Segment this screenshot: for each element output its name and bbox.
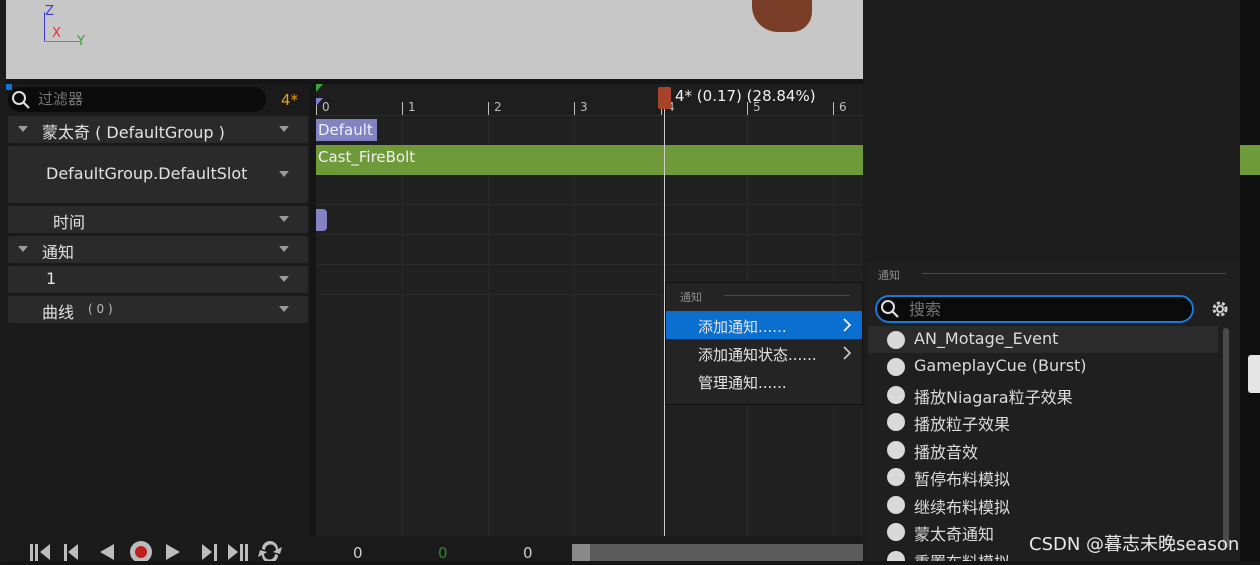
notify-icon xyxy=(887,551,905,561)
dropdown-arrow-icon[interactable] xyxy=(279,126,289,132)
list-item-label: 蒙太奇通知 xyxy=(914,525,995,544)
list-item-label: 暂停布料模拟 xyxy=(914,470,1011,489)
section-label-text: Default xyxy=(318,121,373,139)
ruler-label: 6 xyxy=(839,100,847,114)
list-item-label: 播放Niagara粒子效果 xyxy=(914,388,1073,407)
timeline-scrollbar[interactable] xyxy=(572,544,863,561)
track-row-curves[interactable]: 曲线 ( 0 ) xyxy=(8,296,308,323)
menu-item-label: 添加通知...... xyxy=(698,318,787,336)
track-label: 通知 xyxy=(42,243,75,262)
animation-segment[interactable]: Cast_FireBolt xyxy=(316,145,863,175)
search-icon xyxy=(880,299,900,319)
list-item-label: 重置布料模拟 xyxy=(914,549,1010,561)
menu-item-add-notify[interactable]: 添加通知...... xyxy=(666,311,862,339)
picker-search-input[interactable] xyxy=(909,298,1179,320)
segment-continuation xyxy=(1240,145,1260,175)
expand-arrow-icon[interactable] xyxy=(18,246,28,252)
notify-icon xyxy=(887,413,905,431)
picker-list: AN_Motage_Event GameplayCue (Burst) 播放Ni… xyxy=(868,326,1218,561)
notify-picker: 通知 AN_Motage_Event GameplayCue (Burst) 播… xyxy=(866,262,1240,561)
track-count: 4* xyxy=(281,91,299,109)
playhead-label: 4* (0.17) (28.84%) xyxy=(675,87,816,105)
search-icon xyxy=(11,90,31,110)
dropdown-arrow-icon[interactable] xyxy=(279,216,289,222)
track-row-montage[interactable]: 蒙太奇 ( DefaultGroup ) xyxy=(8,116,308,143)
notify-icon xyxy=(887,441,905,459)
track-row-notify[interactable]: 通知 xyxy=(8,236,308,263)
dropdown-arrow-icon[interactable] xyxy=(279,306,289,312)
list-item-label: 继续布料模拟 xyxy=(914,498,1011,517)
axis-y-label: Y xyxy=(77,34,85,49)
axis-x-label: X xyxy=(52,26,61,41)
track-row-time[interactable]: 时间 xyxy=(8,206,308,233)
dropdown-arrow-icon[interactable] xyxy=(279,246,289,252)
frame-value: 0 xyxy=(353,544,363,562)
expand-arrow-icon[interactable] xyxy=(18,126,28,132)
picker-scrollbar[interactable] xyxy=(1223,328,1229,548)
watermark: CSDN @暮志未晚season xyxy=(1029,534,1240,555)
axis-z-label: Z xyxy=(45,4,54,19)
track-label: 曲线 xyxy=(42,303,75,322)
list-item[interactable]: 播放粒子效果 xyxy=(868,408,1218,435)
edge-button[interactable] xyxy=(1248,355,1260,393)
list-item-label: 播放音效 xyxy=(914,443,979,462)
list-item[interactable]: 播放Niagara粒子效果 xyxy=(868,381,1218,408)
filter-box[interactable] xyxy=(8,87,266,112)
start-marker-icon xyxy=(316,98,323,106)
context-menu: 通知 添加通知...... 添加通知状态...... 管理通知...... xyxy=(665,282,863,405)
track-label: 1 xyxy=(46,269,57,288)
right-edge xyxy=(1240,0,1260,561)
gear-icon[interactable] xyxy=(1210,299,1230,319)
menu-item-add-notify-state[interactable]: 添加通知状态...... xyxy=(666,339,862,367)
menu-item-manage-notifies[interactable]: 管理通知...... xyxy=(666,367,862,395)
transport-controls xyxy=(30,541,290,563)
menu-item-label: 管理通知...... xyxy=(698,374,787,392)
menu-item-label: 添加通知状态...... xyxy=(698,346,817,364)
dropdown-arrow-icon[interactable] xyxy=(279,276,289,282)
list-item[interactable]: 继续布料模拟 xyxy=(868,491,1218,518)
notify-icon xyxy=(887,386,905,404)
time-marker[interactable] xyxy=(316,209,327,231)
menu-header: 通知 xyxy=(680,291,702,304)
transport-bar: 0 0 0 xyxy=(6,536,863,563)
ruler-label: 1 xyxy=(408,100,416,114)
notify-icon xyxy=(887,523,905,541)
track-label: 蒙太奇 ( DefaultGroup ) xyxy=(42,123,225,142)
notify-icon xyxy=(887,331,905,349)
list-item-label: AN_Motage_Event xyxy=(914,329,1059,348)
filter-input[interactable] xyxy=(38,89,258,109)
track-label: DefaultGroup.DefaultSlot xyxy=(46,164,248,183)
notify-icon xyxy=(887,358,905,376)
picker-search[interactable] xyxy=(875,295,1194,323)
notify-icon xyxy=(887,468,905,486)
list-item[interactable]: GameplayCue (Burst) xyxy=(868,353,1218,380)
chevron-right-icon xyxy=(842,345,852,360)
list-item-label: 播放粒子效果 xyxy=(914,415,1011,434)
track-label: 时间 xyxy=(53,213,86,232)
section-label[interactable]: Default xyxy=(316,119,377,141)
start-marker-icon xyxy=(316,84,323,92)
list-item[interactable]: 播放音效 xyxy=(868,436,1218,463)
character-boot xyxy=(752,0,812,32)
dropdown-arrow-icon[interactable] xyxy=(279,171,289,177)
axis-gizmo: Z X Y xyxy=(40,4,100,49)
ruler-label: 2 xyxy=(494,100,502,114)
list-item-label: GameplayCue (Burst) xyxy=(914,356,1087,375)
track-row-slot[interactable]: DefaultGroup.DefaultSlot xyxy=(8,146,308,203)
notify-icon xyxy=(887,496,905,514)
picker-header: 通知 xyxy=(878,269,900,282)
ruler-label: 0 xyxy=(322,100,330,114)
list-item[interactable]: 暂停布料模拟 xyxy=(868,463,1218,490)
track-row-notify-1[interactable]: 1 xyxy=(8,266,308,293)
ruler-label: 3 xyxy=(580,100,588,114)
frame-value: 0 xyxy=(523,544,533,562)
chevron-right-icon xyxy=(842,317,852,332)
list-item[interactable]: AN_Motage_Event xyxy=(868,326,1218,353)
preview-viewport[interactable]: Z X Y xyxy=(6,0,863,79)
frame-value: 0 xyxy=(438,544,448,562)
playhead-handle[interactable] xyxy=(658,87,671,109)
curves-count: ( 0 ) xyxy=(88,302,113,316)
segment-label: Cast_FireBolt xyxy=(318,148,416,166)
